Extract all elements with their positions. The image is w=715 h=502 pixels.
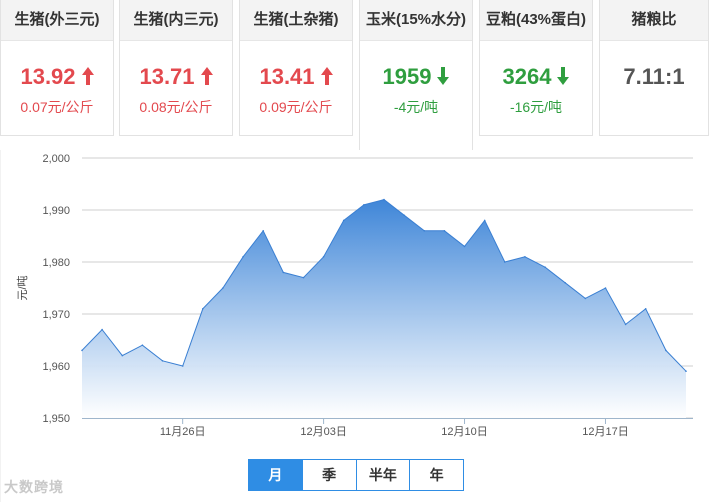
area-fill xyxy=(82,199,686,418)
card-title: 猪粮比 xyxy=(600,0,708,41)
data-point xyxy=(624,323,627,326)
card-change: -16元/吨 xyxy=(509,99,563,115)
card-price: 7.11:1 xyxy=(623,64,685,89)
data-point xyxy=(81,349,83,352)
card-price-row: 3264 xyxy=(480,63,592,91)
area-chart: 1,950 1,960 1,970 1,980 1,990 2,000 元/吨 11月26日 1… xyxy=(0,150,693,502)
arrow-up-icon xyxy=(320,67,333,86)
card-price-row: 1959 xyxy=(360,63,472,91)
data-point xyxy=(302,276,305,279)
card-price-row: 13.71 xyxy=(120,63,232,91)
data-point xyxy=(584,297,587,300)
data-point xyxy=(222,287,224,289)
card-title: 生猪(外三元) xyxy=(1,0,113,41)
data-point xyxy=(262,230,265,232)
y-tick-label: 1,950 xyxy=(42,413,70,425)
data-point xyxy=(141,344,144,346)
data-point xyxy=(342,219,345,222)
y-tick-label: 1,990 xyxy=(42,205,70,217)
data-point xyxy=(564,282,566,284)
data-point xyxy=(363,204,365,206)
card-price-row: 13.92 xyxy=(1,63,113,91)
card-pig-outer[interactable]: 生猪(外三元) 13.92 0.07元/公斤 xyxy=(0,0,114,136)
tab-quarter[interactable]: 季 xyxy=(301,460,356,490)
arrow-up-icon xyxy=(200,67,213,86)
card-title: 生猪(土杂猪) xyxy=(240,0,352,41)
data-point xyxy=(383,198,385,201)
data-point xyxy=(685,370,687,372)
card-price-row: 13.41 xyxy=(240,63,352,91)
data-point xyxy=(242,256,244,258)
arrow-up-icon xyxy=(81,67,94,86)
tab-half-year[interactable]: 半年 xyxy=(355,460,410,490)
card-title: 玉米(15%水分) xyxy=(360,0,472,41)
data-point xyxy=(181,365,184,367)
data-point xyxy=(101,328,103,331)
card-title: 豆粕(43%蛋白) xyxy=(480,0,592,41)
data-point xyxy=(524,256,526,258)
card-change: 0.07元/公斤 xyxy=(20,99,94,115)
price-cards: 生猪(外三元) 13.92 0.07元/公斤 生猪(内三元) 13.71 0.0… xyxy=(0,0,715,150)
data-point xyxy=(463,245,466,248)
y-tick-label: 1,960 xyxy=(42,361,70,373)
card-soymeal[interactable]: 豆粕(43%蛋白) 3264 -16元/吨 xyxy=(479,0,593,136)
data-point xyxy=(423,230,426,232)
data-point xyxy=(202,308,204,310)
arrow-down-icon xyxy=(437,67,450,86)
arrow-down-icon xyxy=(557,67,570,86)
tab-year[interactable]: 年 xyxy=(409,460,463,490)
data-point xyxy=(665,349,667,352)
card-change: 0.09元/公斤 xyxy=(259,99,333,115)
y-tick-label: 1,970 xyxy=(42,309,70,321)
y-axis-label: 元/吨 xyxy=(16,275,29,300)
x-tick-label: 12月10日 xyxy=(441,426,487,438)
card-price: 13.92 xyxy=(20,64,76,89)
tab-month[interactable]: 月 xyxy=(249,460,302,490)
card-pig-inner[interactable]: 生猪(内三元) 13.71 0.08元/公斤 xyxy=(119,0,233,136)
data-point xyxy=(403,214,405,216)
card-pig-grain-ratio[interactable]: 猪粮比 7.11:1 xyxy=(599,0,709,136)
x-tick-label: 12月17日 xyxy=(582,426,628,438)
data-point xyxy=(322,256,325,258)
data-point xyxy=(544,266,546,268)
y-tick-label: 1,980 xyxy=(42,257,70,269)
data-point xyxy=(443,230,446,232)
card-price: 3264 xyxy=(502,64,552,89)
price-chart: 1,950 1,960 1,970 1,980 1,990 2,000 元/吨 11月26日 1… xyxy=(0,150,715,502)
card-pig-local[interactable]: 生猪(土杂猪) 13.41 0.09元/公斤 xyxy=(239,0,353,136)
card-price: 13.71 xyxy=(139,64,195,89)
period-tabs: 月 季 半年 年 xyxy=(248,459,464,491)
watermark: 大数跨境 xyxy=(4,479,64,495)
data-point xyxy=(282,271,285,274)
y-tick-label: 2,000 xyxy=(42,153,70,165)
data-point xyxy=(121,354,124,357)
card-change: -4元/吨 xyxy=(393,99,439,115)
data-point xyxy=(644,308,647,310)
x-tick-label: 12月03日 xyxy=(300,426,346,438)
data-point xyxy=(504,261,506,263)
card-title: 生猪(内三元) xyxy=(120,0,232,41)
data-point xyxy=(604,287,607,289)
data-point xyxy=(483,219,486,222)
x-tick-label: 11月26日 xyxy=(160,426,206,438)
data-point xyxy=(161,360,164,362)
card-price: 1959 xyxy=(382,64,432,89)
card-price: 13.41 xyxy=(259,64,315,89)
card-corn[interactable]: 玉米(15%水分) 1959 -4元/吨 xyxy=(359,0,473,150)
card-change: 0.08元/公斤 xyxy=(139,99,213,115)
